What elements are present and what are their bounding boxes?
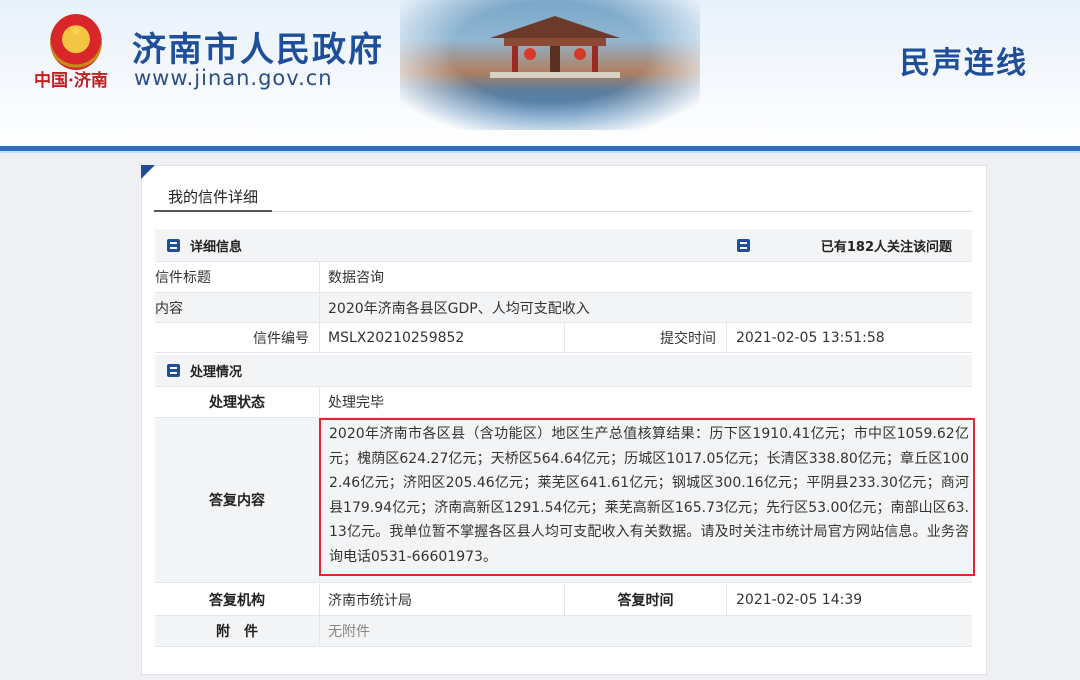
tab-bar (154, 182, 972, 212)
processing-section-title: 处理情况 (190, 365, 243, 380)
site-url[interactable]: www.jinan.gov.cn (134, 66, 333, 90)
attachment-label: 附 件 (216, 624, 258, 640)
follow-list-icon (737, 238, 750, 252)
detail-section-title: 详细信息 (190, 239, 243, 255)
letter-title-label: 信件标题 (155, 270, 211, 286)
follow-count: 已有182人关注该问题 (820, 239, 952, 255)
letter-title-value: 数据咨询 (328, 270, 384, 286)
reply-time-value: 2021-02-05 14:39 (736, 591, 863, 608)
national-emblem-icon (50, 14, 102, 70)
site-title[interactable]: 济南市人民政府 (132, 22, 384, 71)
letter-content-value: 2020年济南各县区GDP、人均可支配收入 (328, 300, 590, 317)
row-attachment: 附 件 无附件 (155, 616, 972, 647)
status-value: 处理完毕 (328, 395, 384, 411)
section-name: 民声连线 (900, 46, 1028, 81)
reply-content-text: 2020年济南市各区县（含功能区）地区生产总值核算结果：历下区1910.41亿元… (329, 426, 969, 565)
reply-org-value: 济南市统计局 (328, 592, 412, 609)
pavilion-illustration (490, 16, 620, 78)
site-header: ★ 济南市人民政府 中国·济南 www.jinan.gov.cn 民声连线 (0, 0, 1080, 146)
letter-number-label: 信件编号 (253, 330, 309, 347)
row-reply-org: 答复机构 济南市统计局 答复时间 2021-02-05 14:39 (155, 584, 972, 616)
row-status: 处理状态 处理完毕 (155, 387, 972, 418)
emblem-star-icon: ★ (70, 24, 83, 40)
status-label: 处理状态 (209, 395, 265, 411)
submit-time-value: 2021-02-05 13:51:58 (736, 329, 885, 346)
row-letter-content: 内容 2020年济南各县区GDP、人均可支配收入 (155, 293, 972, 323)
submit-time-label: 提交时间 (660, 330, 716, 347)
site-brand: 中国·济南 (34, 71, 108, 91)
letter-content-label: 内容 (155, 300, 183, 317)
row-letter-number: 信件编号 MSLX20210259852 提交时间 2021-02-05 13:… (155, 323, 972, 353)
reply-org-label: 答复机构 (209, 592, 265, 609)
processing-section-header: 处理情况 (155, 355, 972, 387)
reply-time-label: 答复时间 (617, 592, 674, 609)
row-letter-title: 信件标题 数据咨询 (155, 262, 972, 293)
header-divider-light (0, 151, 1080, 153)
detail-list-icon (167, 238, 180, 252)
tab-letter-detail[interactable]: 我的信件详细 (154, 182, 273, 212)
processing-list-icon (167, 364, 180, 377)
detail-section-header: 详细信息 已有182人关注该问题 (155, 229, 972, 262)
reply-label: 答复内容 (209, 493, 265, 509)
letter-number-value: MSLX20210259852 (328, 329, 465, 346)
attachment-value: 无附件 (328, 624, 370, 640)
panel-corner-marker (141, 165, 155, 179)
